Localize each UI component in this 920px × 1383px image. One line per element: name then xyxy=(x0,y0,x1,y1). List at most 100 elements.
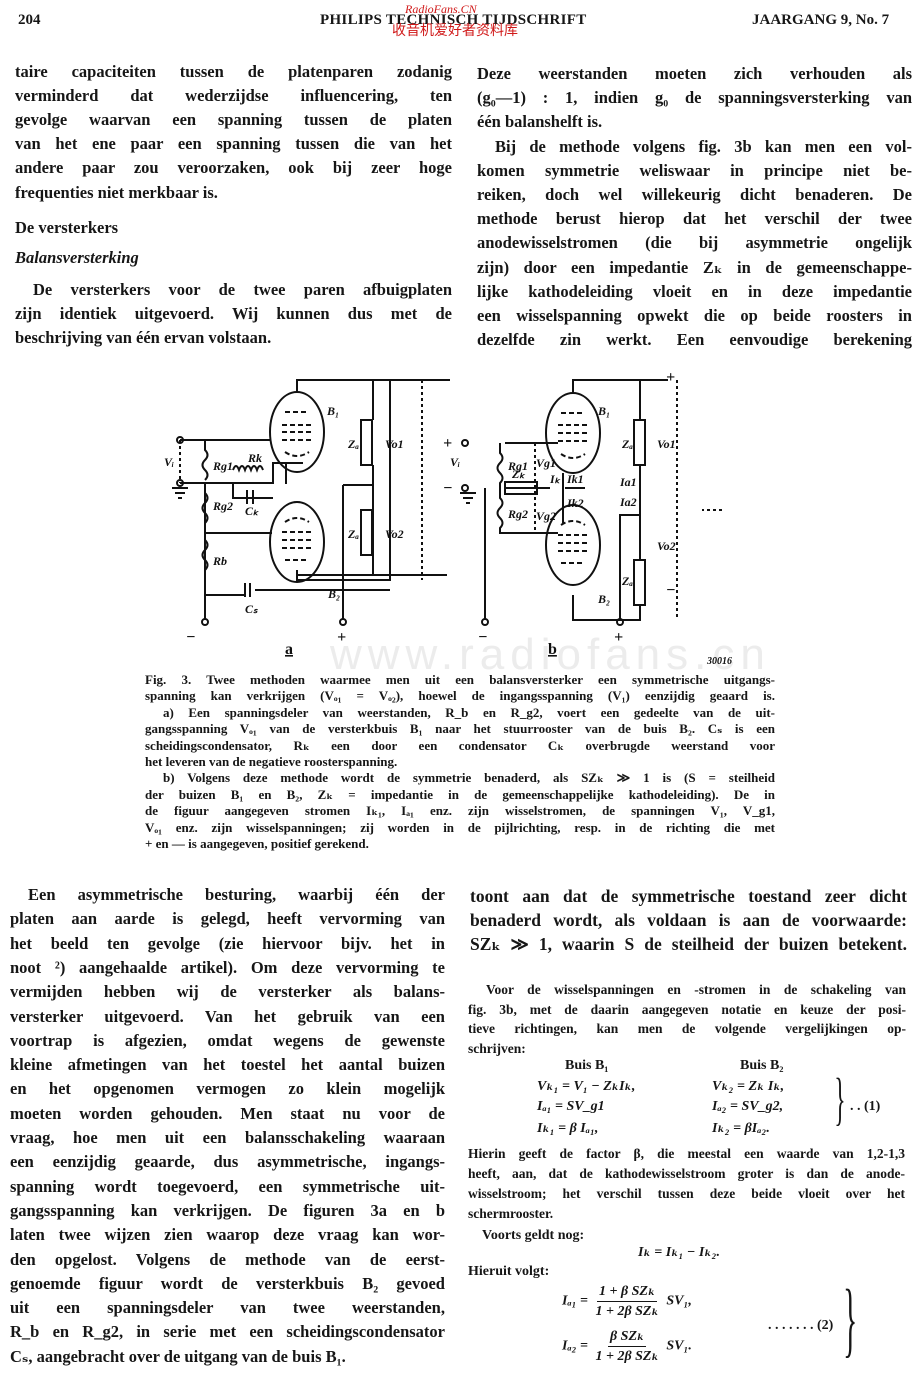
text-line: het beeld ten gevolge (zie hiervoor bijv… xyxy=(10,933,445,953)
label-ia1: Ia1 xyxy=(619,475,637,489)
text-line: laten twee wijzen zien waarop deze vraag… xyxy=(10,1225,445,1245)
text-line: noot ²) aangehaalde artikel). Om deze ve… xyxy=(10,957,445,977)
eq1-b2-row: Vₖ₂ = Zₖ Iₖ, xyxy=(712,1079,785,1094)
label-plus: + xyxy=(666,370,675,386)
text-line: kleine afmetingen van het toestel het aa… xyxy=(10,1055,445,1075)
label-za: Zₐ xyxy=(347,527,359,541)
tube-b1-icon xyxy=(269,391,325,473)
text-line: komen symmetrie weliswaar in principe ni… xyxy=(477,160,912,180)
watermark-bottom: 收音机爱好者资料库 xyxy=(392,24,518,39)
text-line: R_b en R_g2, in serie met een scheidings… xyxy=(10,1322,445,1342)
text-line: anodewisselstromen (die bij asymmetrie o… xyxy=(477,233,912,253)
text-line: verminderd dat wederzijdse influencering… xyxy=(15,86,452,106)
text-line: Fig. 3. Twee methoden waarmee men uit ee… xyxy=(145,672,775,687)
text-line: spanning wordt toegevoerd, een symmetris… xyxy=(10,1176,445,1196)
text-line: Voor de wisselspanningen en -stromen in … xyxy=(486,982,906,997)
eq2-ia1-lhs: Iₐ₁ = xyxy=(562,1293,588,1309)
text-line: heeft, aan, dat de kathodewisselstroom g… xyxy=(468,1166,905,1181)
label-plus: + xyxy=(337,629,346,646)
text-line: versterker uitgevoerd. Van het gebruik v… xyxy=(10,1006,445,1026)
page-number: 204 xyxy=(18,12,41,28)
label-minus: − xyxy=(478,629,488,646)
label-minus: − xyxy=(186,629,196,646)
text-line: b) Volgens deze methode wordt de symmetr… xyxy=(163,770,775,786)
text-line: gangsspanning kan verkrijgen. De figuren… xyxy=(10,1200,445,1220)
eq1-b1-row: Iₖ₁ = β Iₐ₁, xyxy=(537,1121,599,1136)
label-b2: B₂ xyxy=(327,587,340,601)
text-line: taire capaciteiten tussen de platenparen… xyxy=(15,62,452,81)
label-vo2: Vo2 xyxy=(657,539,676,553)
eq1-b2-row: Iₖ₂ = βIₐ₂. xyxy=(712,1121,770,1136)
label-vi: Vᵢ xyxy=(164,455,174,469)
numerator: β SZₖ xyxy=(607,1328,647,1347)
label-vo1: Vo1 xyxy=(385,437,404,451)
label-zk: Zₖ xyxy=(511,467,526,481)
denominator: 1 + 2β SZₖ xyxy=(595,1349,659,1364)
text-line: dezelfde zin werkt. Een eenvoudige berek… xyxy=(477,330,912,350)
label-vo2: Vo2 xyxy=(385,527,404,541)
figure-label-a: a xyxy=(285,641,293,658)
voorts-text: Voorts geldt nog: xyxy=(482,1228,585,1243)
label-ik: Iₖ xyxy=(549,472,562,486)
text-line: één balanshelft is. xyxy=(477,112,603,132)
label-vg1: Vg1 xyxy=(536,456,556,470)
text-line: schrijven: xyxy=(468,1040,526,1056)
label-rg2: Rg2 xyxy=(212,499,233,513)
circuit-b xyxy=(460,379,722,626)
label-ik1: Ik1 xyxy=(566,472,584,486)
label-vi: Vᵢ xyxy=(450,455,460,469)
label-plus: + xyxy=(614,629,623,646)
label-rb: Rb xyxy=(212,554,227,568)
text-line: reiken, doch wel willekeurig dicht benad… xyxy=(477,185,912,204)
eq1-b1-row: Vₖ₁ = V₁ − ZₖIₖ, xyxy=(537,1079,636,1094)
eq2-ia1-fraction: 1 + β SZₖ 1 + 2β SZₖ xyxy=(596,1283,659,1320)
label-b1: B₁ xyxy=(597,404,610,418)
label-cs: Cₛ xyxy=(245,602,258,616)
denominator: 1 + 2β SZₖ xyxy=(595,1304,659,1319)
text-line: Een asymmetrische besturing, waarbij één… xyxy=(28,885,445,904)
label-minus: − xyxy=(666,582,676,599)
eq1-head-b1: Buis B₁ xyxy=(565,1058,609,1073)
text-line: scheidingscondensator, Rₖ een door een c… xyxy=(145,737,775,753)
eq2-brace: } xyxy=(843,1273,858,1366)
label-ia2: Ia2 xyxy=(619,495,637,509)
text-line: fig. 3b, met de daarin aangegeven notati… xyxy=(468,1001,906,1017)
text-line: vraag, hoe men uit een balansschakeling … xyxy=(10,1128,445,1147)
text-line: Vₒ₁ enz. zijn wisselspanningen; zij word… xyxy=(145,819,775,835)
text-line: vermijden hebben wij de versterker als b… xyxy=(10,982,445,1002)
label-ck: Cₖ xyxy=(245,504,260,518)
label-za: Zₐ xyxy=(621,437,633,451)
text-line: gangsspanning Vₒ₁ van de versterkbuis B₁… xyxy=(145,721,775,737)
text-line: een eenzijdig geaarde, dus asymmetrische… xyxy=(10,1152,445,1172)
text-line: een wisselspanning opwekt die op beide r… xyxy=(477,306,912,325)
eq2-ia1: Iₐ₁ = 1 + β SZₖ 1 + 2β SZₖ SV₁, xyxy=(562,1283,692,1320)
label-rg2: Rg2 xyxy=(507,507,528,521)
text-line: De versterkers voor de twee paren afbuig… xyxy=(33,280,452,299)
label-rg1: Rg1 xyxy=(212,459,233,473)
text-line: de figuur aangegeven stromen Iₖ₁, Iₐ₁ en… xyxy=(145,803,775,819)
text-line: wisselstroom; het verschil tussen deze b… xyxy=(468,1186,905,1201)
text-line: zijn identiek uitgevoerd. Wij kunnen dus… xyxy=(15,304,452,324)
text-line: Hierin geeft de factor β, die meestal ee… xyxy=(468,1146,905,1161)
text-line: platen aan aarde is gelegd, heeft vervor… xyxy=(10,909,445,929)
watermark-top: RadioFans.CN xyxy=(405,2,477,16)
label-b2: B₂ xyxy=(597,592,610,606)
text-line: voortrap is afgezien, omdat wegens de ge… xyxy=(10,1030,445,1050)
text-line: spanning kan verkrijgen (Vₒ₁ = Vₒ₂), hoe… xyxy=(145,688,775,704)
text-line: genoemde figuur wordt de versterkbuis B₂… xyxy=(10,1273,445,1293)
eq2-ia2-fraction: β SZₖ 1 + 2β SZₖ xyxy=(596,1328,659,1365)
text-line: + en — is aangegeven, positief gerekend. xyxy=(145,836,369,851)
issue-label: JAARGANG 9, No. 7 xyxy=(752,12,890,28)
eq2-number: . . . . . . . (2) xyxy=(768,1318,834,1333)
text-line: methode berust hierop dat het verschil d… xyxy=(477,209,912,229)
text-line: gevolge waarvan een spanning tussen de p… xyxy=(15,110,452,130)
eq2-ia2: Iₐ₂ = β SZₖ 1 + 2β SZₖ SV₁. xyxy=(562,1328,692,1365)
eq1-b2-row: Iₐ₂ = SV_g2, xyxy=(712,1099,784,1114)
label-minus: − xyxy=(443,480,453,497)
label-za: Zₐ xyxy=(347,437,359,451)
circuit-figure: B₁ B₂ Vᵢ Rg1 Rg2 Rk Cₖ Rb Cₛ Zₐ Zₐ Vo1 V… xyxy=(164,370,732,665)
text-line: benaderd wordt, als voldaan is aan de vo… xyxy=(470,910,907,931)
hieruit-text: Hieruit volgt: xyxy=(468,1264,550,1279)
section-heading: De versterkers xyxy=(15,218,119,237)
text-line: schermrooster. xyxy=(468,1206,554,1221)
